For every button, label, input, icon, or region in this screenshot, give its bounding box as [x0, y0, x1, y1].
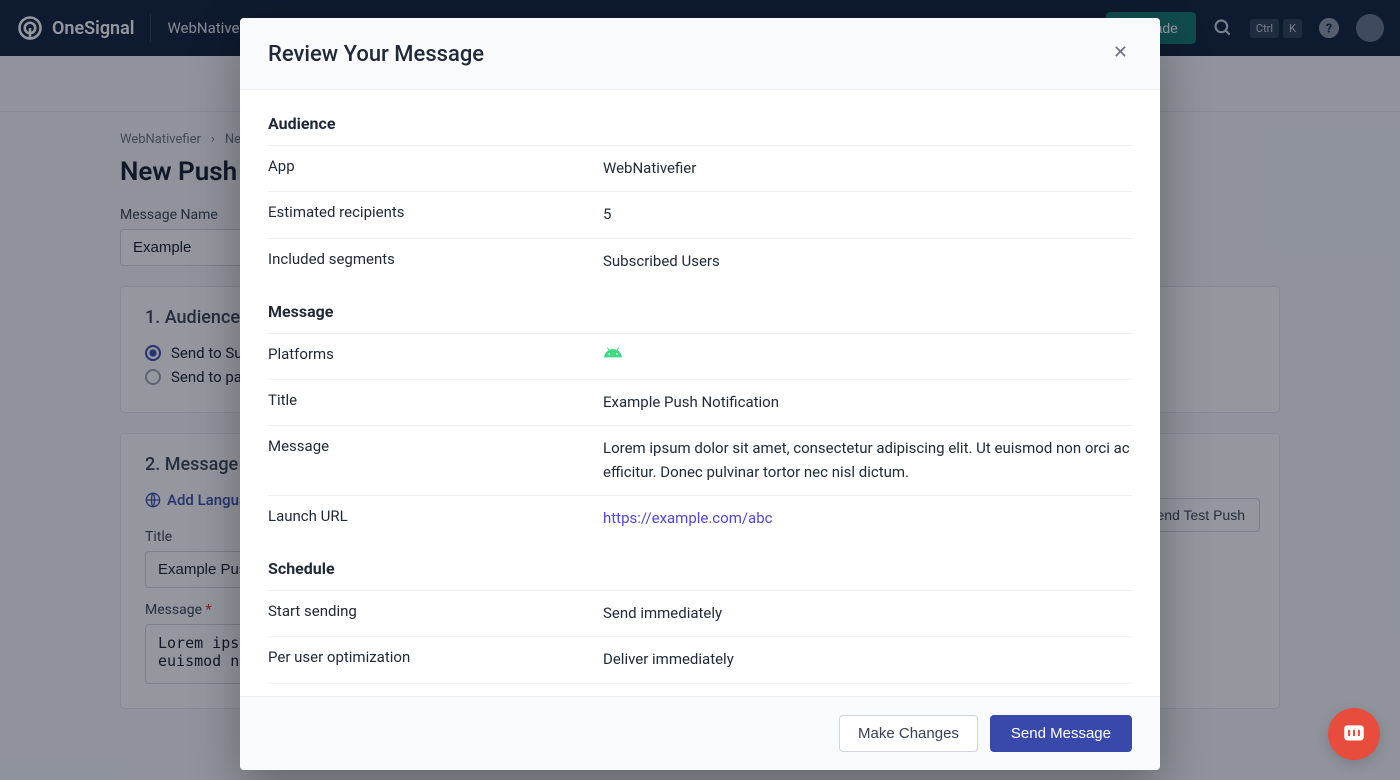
schedule-section-heading: Schedule	[268, 559, 1132, 578]
kv-row-title: Title Example Push Notification	[268, 379, 1132, 425]
kv-row-message-body: Message Lorem ipsum dolor sit amet, cons…	[268, 425, 1132, 495]
audience-section-heading: Audience	[268, 114, 1132, 133]
kv-row-launch-url: Launch URL https://example.com/abc	[268, 495, 1132, 541]
android-icon	[603, 345, 623, 368]
message-section-heading: Message	[268, 302, 1132, 321]
intercom-chat-button[interactable]	[1328, 708, 1380, 760]
kv-row-start-sending: Start sending Send immediately	[268, 590, 1132, 636]
kv-row-segments: Included segments Subscribed Users	[268, 238, 1132, 284]
dialog-title: Review Your Message	[268, 42, 484, 67]
kv-row-optimization: Per user optimization Deliver immediatel…	[268, 636, 1132, 683]
launch-url-link[interactable]: https://example.com/abc	[603, 509, 772, 527]
send-message-button[interactable]: Send Message	[990, 715, 1132, 752]
chat-icon	[1341, 721, 1367, 747]
kv-row-platforms: Platforms	[268, 333, 1132, 379]
dialog-footer: Make Changes Send Message	[240, 696, 1160, 770]
dialog-body: Audience App WebNativefier Estimated rec…	[240, 90, 1160, 696]
close-icon[interactable]: ✕	[1109, 42, 1132, 64]
platforms-value	[603, 345, 623, 368]
make-changes-button[interactable]: Make Changes	[839, 715, 978, 752]
dialog-header: Review Your Message ✕	[240, 18, 1160, 90]
kv-row-app: App WebNativefier	[268, 145, 1132, 191]
kv-row-recipients: Estimated recipients 5	[268, 191, 1132, 237]
review-message-dialog: Review Your Message ✕ Audience App WebNa…	[240, 18, 1160, 770]
